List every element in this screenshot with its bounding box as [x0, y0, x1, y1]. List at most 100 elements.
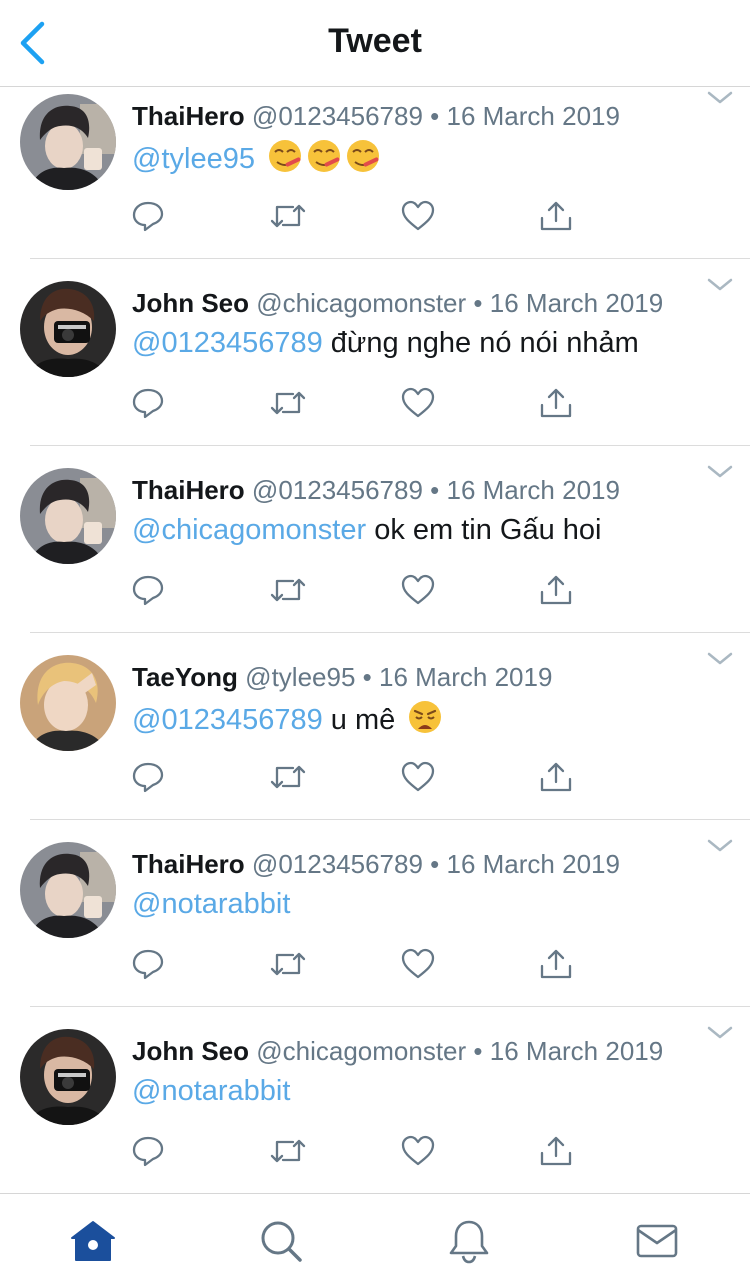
like-icon	[401, 1135, 435, 1166]
author-name[interactable]: John Seo	[132, 288, 249, 318]
tweet-text: @notarabbit	[132, 1073, 290, 1109]
separator-dot: •	[430, 101, 440, 131]
search-icon	[261, 1221, 302, 1262]
tweet-header: ThaiHero @0123456789 • 16 March 2019	[132, 474, 620, 506]
retweet-icon	[270, 391, 306, 415]
reply-icon	[132, 201, 164, 232]
share-button[interactable]	[536, 757, 576, 797]
like-button[interactable]	[398, 383, 438, 423]
share-icon	[540, 1136, 572, 1166]
avatar[interactable]	[20, 468, 116, 564]
mention-link[interactable]: @0123456789	[132, 327, 323, 359]
avatar[interactable]	[20, 281, 116, 377]
mention-link[interactable]: @notarabbit	[132, 1075, 290, 1107]
retweet-button[interactable]	[268, 1131, 308, 1171]
mention-link[interactable]: @notarabbit	[132, 888, 290, 920]
author-name[interactable]: ThaiHero	[132, 849, 245, 879]
tweet-header: ThaiHero @0123456789 • 16 March 2019	[132, 848, 620, 880]
retweet-button[interactable]	[268, 383, 308, 423]
tweet-text: @0123456789 u mê	[132, 699, 443, 738]
retweet-button[interactable]	[268, 570, 308, 610]
mention-link[interactable]: @0123456789	[132, 704, 323, 736]
tweet-body-text: ok em tin Gấu hoi	[366, 514, 602, 546]
tweet-thread-list[interactable]: ThaiHero @0123456789 • 16 March 2019 @ty…	[0, 88, 750, 1194]
weary-face-emoji-icon	[409, 701, 442, 733]
like-button[interactable]	[398, 944, 438, 984]
retweet-button[interactable]	[268, 944, 308, 984]
like-icon	[401, 948, 435, 979]
tab-home[interactable]	[68, 1216, 118, 1266]
tweet-header: TaeYong @tylee95 • 16 March 2019	[132, 661, 552, 693]
retweet-button[interactable]	[268, 196, 308, 236]
avatar[interactable]	[20, 842, 116, 938]
like-icon	[401, 574, 435, 605]
like-button[interactable]	[398, 196, 438, 236]
tweet-item[interactable]: John Seo @chicagomonster • 16 March 2019…	[0, 259, 750, 446]
tweet-text: @chicagomonster ok em tin Gấu hoi	[132, 512, 602, 548]
share-button[interactable]	[536, 383, 576, 423]
tweet-actions	[132, 383, 592, 423]
reply-button[interactable]	[128, 757, 168, 797]
tweet-actions	[132, 944, 592, 984]
author-name[interactable]: ThaiHero	[132, 475, 245, 505]
retweet-button[interactable]	[268, 757, 308, 797]
author-name[interactable]: ThaiHero	[132, 101, 245, 131]
tweet-item[interactable]: John Seo @chicagomonster • 16 March 2019…	[0, 1007, 750, 1194]
share-icon	[540, 949, 572, 979]
share-button[interactable]	[536, 570, 576, 610]
avatar-johnseo-image	[20, 1029, 116, 1125]
tweet-date: 16 March 2019	[446, 849, 620, 879]
reply-button[interactable]	[128, 570, 168, 610]
reply-button[interactable]	[128, 1131, 168, 1171]
share-button[interactable]	[536, 944, 576, 984]
like-button[interactable]	[398, 757, 438, 797]
tweet-date: 16 March 2019	[446, 475, 620, 505]
tweet-actions	[132, 570, 592, 610]
tweet-item[interactable]: ThaiHero @0123456789 • 16 March 2019 @ch…	[0, 446, 750, 633]
chevron-down-icon[interactable]	[706, 464, 734, 480]
avatar[interactable]	[20, 1029, 116, 1125]
reply-icon	[132, 575, 164, 606]
tweet-item[interactable]: ThaiHero @0123456789 • 16 March 2019 @no…	[0, 820, 750, 1007]
notifications-bell-icon	[449, 1220, 489, 1264]
share-icon	[540, 388, 572, 418]
reply-button[interactable]	[128, 944, 168, 984]
chevron-down-icon[interactable]	[706, 90, 734, 106]
avatar[interactable]	[20, 655, 116, 751]
reply-button[interactable]	[128, 383, 168, 423]
share-icon	[540, 201, 572, 231]
like-icon	[401, 761, 435, 792]
reply-icon	[132, 1136, 164, 1167]
tweet-date: 16 March 2019	[446, 101, 620, 131]
chevron-down-icon[interactable]	[706, 651, 734, 667]
author-name[interactable]: TaeYong	[132, 662, 238, 692]
tab-notifications[interactable]	[444, 1216, 494, 1266]
like-button[interactable]	[398, 1131, 438, 1171]
like-icon	[401, 387, 435, 418]
share-icon	[540, 762, 572, 792]
avatar-johnseo-image	[20, 281, 116, 377]
author-name[interactable]: John Seo	[132, 1036, 249, 1066]
chevron-down-icon[interactable]	[706, 277, 734, 293]
tab-messages[interactable]	[632, 1216, 682, 1266]
avatar[interactable]	[20, 94, 116, 190]
reply-button[interactable]	[128, 196, 168, 236]
mention-link[interactable]: @tylee95	[132, 143, 255, 175]
like-icon	[401, 200, 435, 231]
separator-dot: •	[362, 662, 372, 692]
like-button[interactable]	[398, 570, 438, 610]
share-button[interactable]	[536, 1131, 576, 1171]
retweet-icon	[270, 204, 306, 228]
tweet-item[interactable]: TaeYong @tylee95 • 16 March 2019 @012345…	[0, 633, 750, 820]
chevron-down-icon[interactable]	[706, 1025, 734, 1041]
tab-search[interactable]	[256, 1216, 306, 1266]
tweet-body-text: u mê	[322, 704, 396, 736]
tweet-actions	[132, 1131, 592, 1171]
share-button[interactable]	[536, 196, 576, 236]
tweet-actions	[132, 196, 592, 236]
tweet-item[interactable]: ThaiHero @0123456789 • 16 March 2019 @ty…	[0, 88, 750, 259]
mention-link[interactable]: @chicagomonster	[132, 514, 366, 546]
reply-icon	[132, 762, 164, 793]
chevron-down-icon[interactable]	[706, 838, 734, 854]
app-screen: Tweet ThaiHero @0123456789 • 16 March 20…	[0, 0, 750, 1287]
